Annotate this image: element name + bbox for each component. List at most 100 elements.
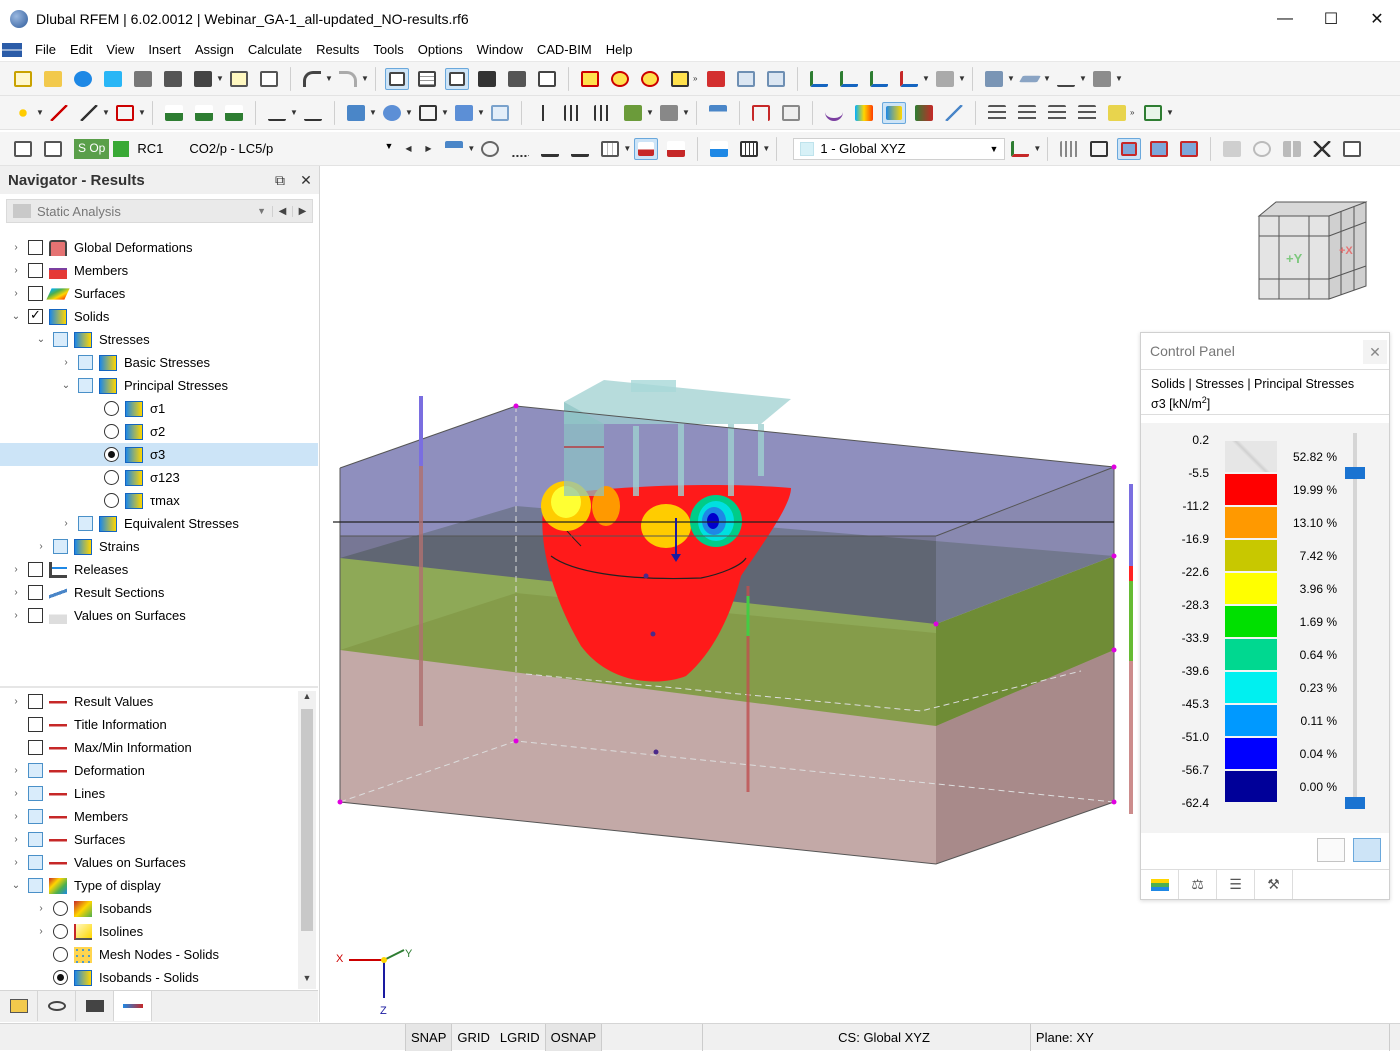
radio-button-selected[interactable] [53,970,68,985]
work-plane2-icon[interactable] [1147,138,1171,160]
deformation-icon[interactable] [749,102,773,124]
arrows-results-icon[interactable] [912,102,936,124]
checkbox[interactable] [28,263,43,278]
support-reactions2-icon[interactable] [568,138,592,160]
menu-edit[interactable]: Edit [63,42,99,57]
view-cube[interactable]: +Y +X [1251,196,1371,306]
chevron-right-icon[interactable]: › [60,518,72,529]
menu-window[interactable]: Window [470,42,530,57]
gear-load-icon[interactable] [380,102,404,124]
tree-item-global-deformations[interactable]: › Global Deformations [0,236,318,259]
chevron-right-icon[interactable]: › [35,541,47,552]
checkbox-partial[interactable] [78,378,93,393]
checkbox-partial[interactable] [28,878,43,893]
tree-item-basic-stresses[interactable]: › Basic Stresses [0,351,318,374]
checkbox-partial[interactable] [28,832,43,847]
animation-icon[interactable] [779,102,803,124]
display-item-isobands-solids[interactable]: Isobands - Solids [0,966,318,989]
chevron-right-icon[interactable]: › [10,834,22,845]
cs-edit-icon[interactable] [1008,138,1032,160]
chevron-down-icon[interactable]: ⌄ [60,380,72,391]
work-plane-icon[interactable] [1117,137,1142,160]
analysis-type-combo[interactable]: Static Analysis ▼ ◀ ▶ [6,199,313,223]
surface-load-icon[interactable] [591,102,615,124]
tree-item-sigma2[interactable]: σ2 [0,420,318,443]
checkbox[interactable] [28,717,43,732]
nodal-support-icon[interactable] [162,102,186,124]
snap-toggle[interactable]: SNAP [405,1023,453,1051]
display-item-title-information[interactable]: Title Information [0,713,318,736]
chevron-down-icon[interactable]: ▼ [405,108,413,117]
tree-item-releases[interactable]: › Releases [0,558,318,581]
chevron-right-icon[interactable]: › [10,288,22,299]
box-icon[interactable] [488,102,512,124]
tree-item-values-on-surfaces[interactable]: › Values on Surfaces [0,604,318,627]
chevron-right-icon[interactable]: › [60,357,72,368]
load-wizard-icon[interactable] [344,102,368,124]
chevron-down-icon[interactable]: ⌄ [10,880,22,891]
delete-icon[interactable] [704,68,728,90]
member-load-icon[interactable] [561,102,585,124]
render-surface-icon[interactable] [1018,68,1042,90]
camera-settings-icon[interactable] [1340,138,1364,160]
imposed-load-icon[interactable] [621,102,645,124]
view-z-icon[interactable] [867,68,891,90]
results-lines-icon[interactable] [985,102,1009,124]
surface-results-icon[interactable] [852,102,876,124]
line-support-icon[interactable] [192,102,216,124]
legend-settings-icon[interactable] [1317,838,1345,862]
chevron-down-icon[interactable]: ▼ [36,108,44,117]
chevron-down-icon[interactable]: ▼ [369,108,377,117]
checkbox[interactable] [28,608,43,623]
tree-item-members[interactable]: › Members [0,259,318,282]
print-icon[interactable] [191,68,215,90]
select-member-icon[interactable] [608,68,632,90]
render-solid-icon[interactable] [982,68,1006,90]
tab-factors-icon[interactable]: ⚖ [1179,870,1217,899]
mesh-display-icon[interactable] [737,138,761,160]
chevron-right-icon[interactable]: › [10,587,22,598]
menu-file[interactable]: File [28,42,63,57]
menu-calculate[interactable]: Calculate [241,42,309,57]
previous-analysis-icon[interactable]: ◀ [272,205,292,217]
table-icon[interactable] [415,68,439,90]
chevron-down-icon[interactable]: ▼ [1033,144,1041,153]
tree-item-equivalent-stresses[interactable]: › Equivalent Stresses [0,512,318,535]
results-edit-icon[interactable] [1105,102,1129,124]
tab-list-icon[interactable]: ☰ [1217,870,1255,899]
solid-load-icon[interactable] [452,102,476,124]
legend-scale-icon[interactable] [1353,838,1381,862]
chart-icon[interactable] [1141,102,1165,124]
probe-icon[interactable] [478,138,502,160]
tree-item-tau-max[interactable]: τmax [0,489,318,512]
checkbox-partial[interactable] [53,539,68,554]
tree-item-sigma123[interactable]: σ123 [0,466,318,489]
dimension-xx-icon[interactable] [301,102,325,124]
lgrid-toggle[interactable]: LGRID [495,1024,545,1051]
select-free-icon[interactable] [668,68,692,90]
radio-button[interactable] [53,901,68,916]
solid-results-icon[interactable] [882,101,906,124]
view-minus-y-icon[interactable] [837,68,861,90]
checkbox-partial[interactable] [53,332,68,347]
next-analysis-icon[interactable]: ▶ [292,205,312,217]
radio-button[interactable] [104,493,119,508]
radio-button[interactable] [53,924,68,939]
filter-results-icon[interactable] [442,138,466,160]
slider-min-handle[interactable] [1345,797,1365,809]
values-xxx-icon[interactable] [508,138,532,160]
menu-insert[interactable]: Insert [141,42,188,57]
display-item-lines[interactable]: › Lines [0,782,318,805]
script-icon[interactable] [505,68,529,90]
more-icon[interactable]: » [1130,108,1138,117]
load-case-combo[interactable]: CO2/p - LC5/p ▼ [189,141,399,156]
menu-tools[interactable]: Tools [366,42,410,57]
results-lines3-icon[interactable] [1045,102,1069,124]
close-icon[interactable]: ✕ [293,172,319,189]
chevron-right-icon[interactable]: › [10,811,22,822]
results-lines2-icon[interactable] [1015,102,1039,124]
menu-results[interactable]: Results [309,42,366,57]
section-icon[interactable] [1090,68,1114,90]
load-combination-icon[interactable] [657,102,681,124]
chevron-right-icon[interactable]: › [10,265,22,276]
